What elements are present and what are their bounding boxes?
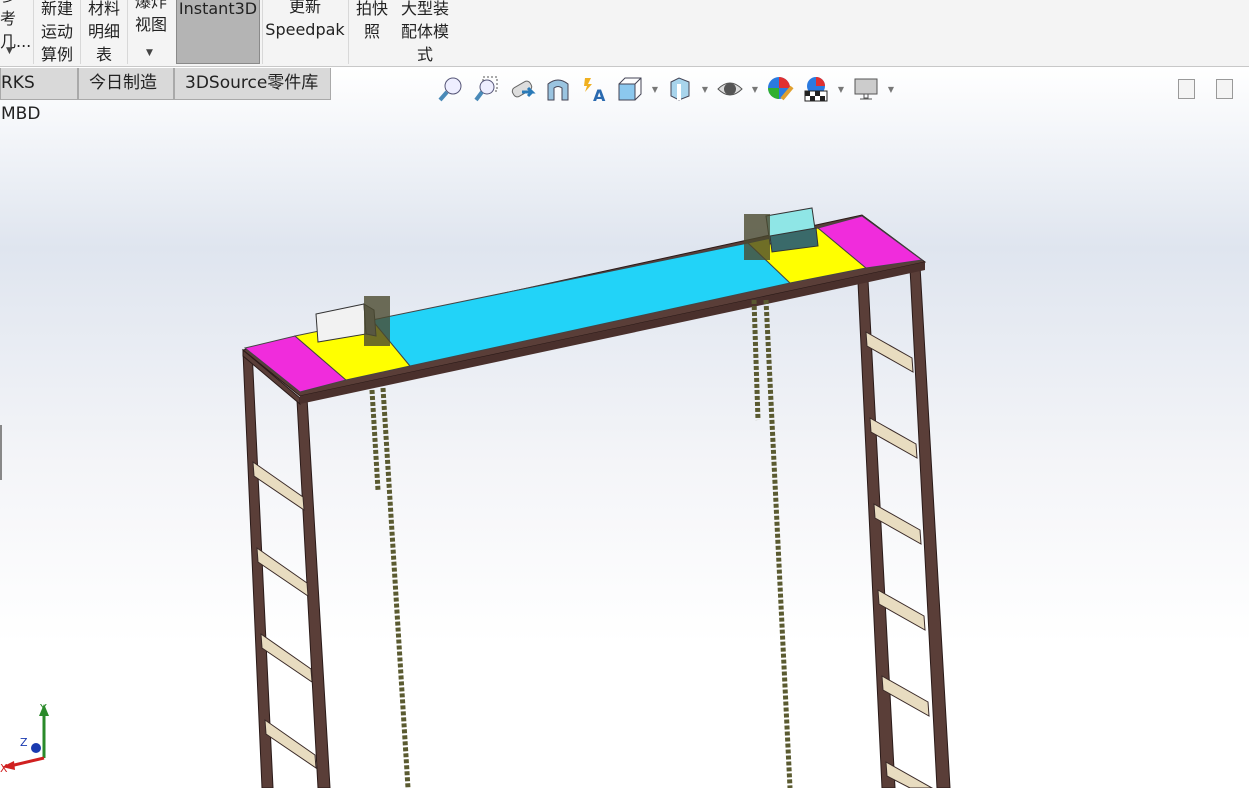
svg-text:A: A: [593, 86, 606, 102]
command-tabs: RKS MBD 今日制造 3DSource零件库: [0, 68, 331, 124]
hide-show-icon[interactable]: [712, 74, 748, 104]
collapse-left-panel-button[interactable]: [1178, 79, 1195, 99]
coordinate-triad: Y Z X: [0, 702, 49, 775]
chevron-down-icon[interactable]: ▼: [748, 85, 762, 94]
triad-x-label: X: [0, 762, 8, 775]
chevron-down-icon[interactable]: ▼: [698, 85, 712, 94]
new-motion-study-button[interactable]: 新建 运动 算例: [36, 0, 78, 66]
graphics-area[interactable]: Y Z X: [0, 68, 1249, 789]
chevron-down-icon[interactable]: ▼: [834, 85, 848, 94]
heads-up-view-toolbar: A ▼ ▼ ▼ ▼ ▼: [432, 74, 898, 104]
apply-scene-icon[interactable]: [798, 74, 834, 104]
left-panel-handle[interactable]: [0, 425, 2, 480]
view-settings-icon[interactable]: [848, 74, 884, 104]
update-speedpak-button[interactable]: 更新 Speedpak: [264, 0, 346, 41]
exploded-view-button[interactable]: 爆炸 视图: [131, 0, 171, 36]
bom-button[interactable]: 材料 明细 表: [84, 0, 124, 66]
instant3d-button[interactable]: Instant3D: [176, 0, 260, 64]
tab-mbd[interactable]: RKS MBD: [0, 68, 78, 124]
assembly-model: Y Z X: [0, 207, 951, 789]
take-snapshot-button[interactable]: 拍快 照: [352, 0, 392, 43]
triad-y-label: Y: [39, 702, 47, 715]
view-orientation-icon[interactable]: [612, 74, 648, 104]
command-manager-ribbon: 参考 几... ▼ 新建 运动 算例 材料 明细 表 爆炸 视图 ▼ Insta…: [0, 0, 1249, 67]
display-style-icon[interactable]: [662, 74, 698, 104]
chevron-down-icon[interactable]: ▼: [146, 48, 153, 58]
chevron-down-icon[interactable]: ▼: [6, 46, 13, 56]
edit-appearance-icon[interactable]: [762, 74, 798, 104]
chevron-down-icon[interactable]: ▼: [884, 85, 898, 94]
section-view-icon[interactable]: [540, 74, 576, 104]
triad-z-label: Z: [20, 736, 28, 749]
chevron-down-icon[interactable]: ▼: [648, 85, 662, 94]
tab-today-manufacturing[interactable]: 今日制造: [78, 68, 174, 100]
large-assembly-mode-button[interactable]: 大型装 配体模 式: [394, 0, 456, 66]
previous-view-icon[interactable]: [504, 74, 540, 104]
zoom-to-fit-icon[interactable]: [432, 74, 468, 104]
zoom-to-area-icon[interactable]: [468, 74, 504, 104]
tab-3dsource[interactable]: 3DSource零件库: [174, 68, 331, 100]
reference-geometry-button[interactable]: 参考 几...: [0, 0, 31, 53]
collapse-right-panel-button[interactable]: [1216, 79, 1233, 99]
dynamic-annotation-icon[interactable]: A: [576, 74, 612, 104]
